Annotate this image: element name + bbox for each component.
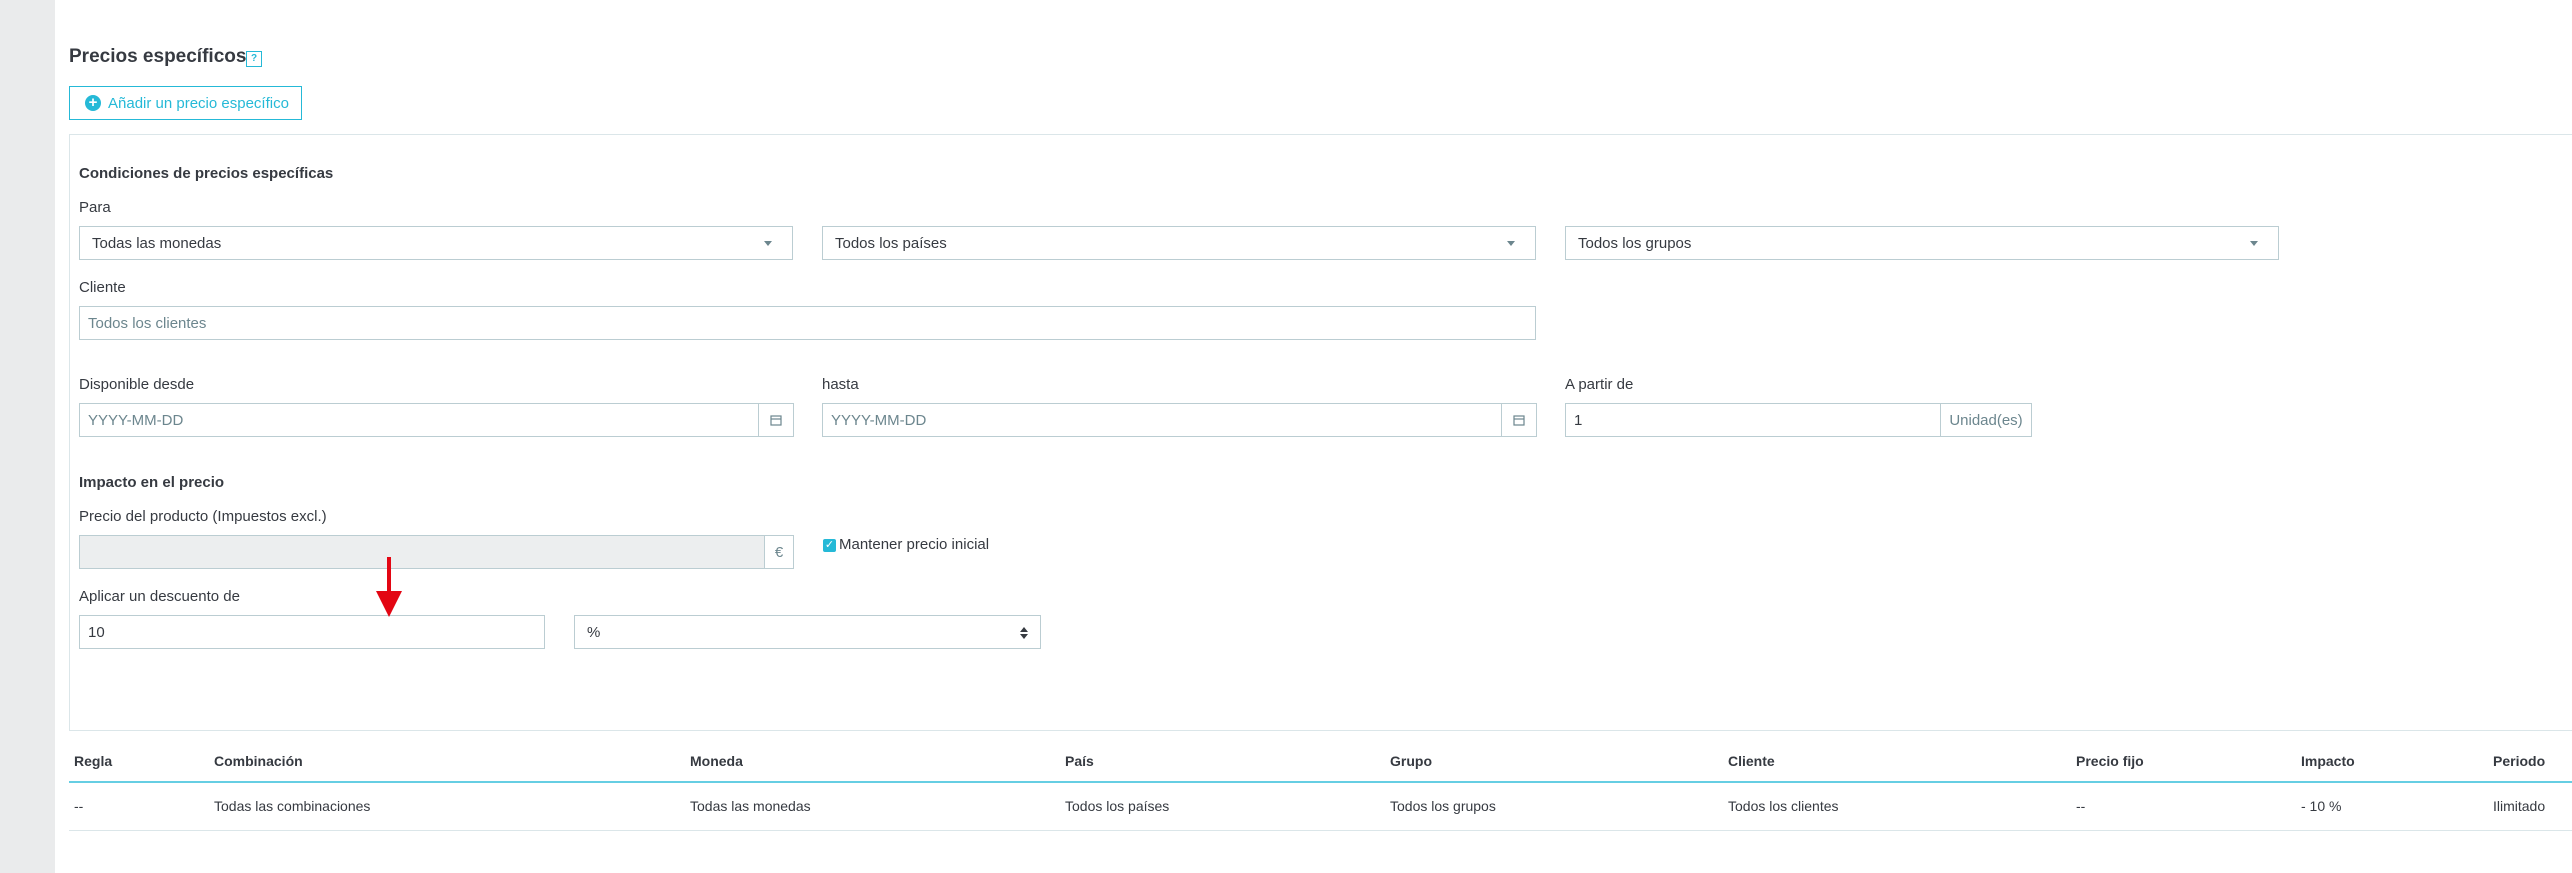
sort-down-icon: [1020, 634, 1028, 639]
table-header-country: País: [1065, 753, 1094, 769]
table-cell-impact: - 10 %: [2301, 798, 2342, 814]
help-icon[interactable]: ?: [246, 51, 262, 67]
table-header-group: Grupo: [1390, 753, 1432, 769]
product-price-input: [79, 535, 765, 569]
currency-select[interactable]: Todas las monedas: [79, 226, 793, 260]
customer-input[interactable]: Todos los clientes: [79, 306, 1536, 340]
table-cell-combination: Todas las combinaciones: [214, 798, 371, 814]
table-cell-currency: Todas las monedas: [690, 798, 811, 814]
table-cell-fixed-price: --: [2076, 798, 2086, 814]
chevron-down-icon: [764, 241, 772, 246]
calendar-icon[interactable]: [758, 403, 794, 437]
calendar-icon[interactable]: [1501, 403, 1537, 437]
currency-symbol-addon: €: [764, 535, 794, 569]
customer-placeholder: Todos los clientes: [88, 314, 207, 332]
impact-heading: Impacto en el precio: [79, 474, 225, 491]
red-arrow-down-icon: [376, 557, 402, 617]
discount-input[interactable]: 10: [79, 615, 545, 649]
available-from-label: Disponible desde: [79, 376, 195, 393]
country-select-value: Todos los países: [835, 234, 947, 252]
available-from-input[interactable]: YYYY-MM-DD: [79, 403, 759, 437]
discount-label: Aplicar un descuento de: [79, 588, 240, 605]
product-price-label: Precio del producto (Impuestos excl.): [79, 508, 327, 525]
table-cell-group: Todos los grupos: [1390, 798, 1496, 814]
discount-type-value: %: [587, 623, 601, 641]
table-cell-country: Todos los países: [1065, 798, 1170, 814]
plus-circle-icon: +: [85, 95, 101, 111]
starting-quantity-input[interactable]: 1: [1565, 403, 1941, 437]
country-select[interactable]: Todos los países: [822, 226, 1536, 260]
left-sidebar-strip: [0, 0, 55, 873]
starting-at-label: A partir de: [1565, 376, 1634, 393]
to-label: hasta: [822, 376, 859, 393]
table-header-rule: Regla: [74, 753, 113, 769]
add-button-label: Añadir un precio específico: [108, 94, 289, 112]
table-cell-rule: --: [74, 798, 84, 814]
discount-value: 10: [88, 623, 105, 641]
to-date-placeholder: YYYY-MM-DD: [831, 411, 927, 429]
sort-up-icon: [1020, 627, 1028, 632]
table-header-customer: Cliente: [1728, 753, 1775, 769]
group-select[interactable]: Todos los grupos: [1565, 226, 2279, 260]
table-header-period: Periodo: [2493, 753, 2546, 769]
chevron-down-icon: [1507, 241, 1515, 246]
chevron-down-icon: [2250, 241, 2258, 246]
table-header-fixed-price: Precio fijo: [2076, 753, 2144, 769]
table-cell-period: Ilimitado: [2493, 798, 2546, 814]
group-select-value: Todos los grupos: [1578, 234, 1692, 252]
conditions-heading: Condiciones de precios específicas: [79, 165, 334, 182]
table-header-currency: Moneda: [690, 753, 743, 769]
para-label: Para: [79, 199, 111, 216]
unit-addon: Unidad(es): [1940, 403, 2032, 437]
currency-select-value: Todas las monedas: [92, 234, 222, 252]
table-cell-customer: Todos los clientes: [1728, 798, 1839, 814]
table-row-divider: [69, 830, 2572, 831]
table-header-combination: Combinación: [214, 753, 303, 769]
keep-price-label: Mantener precio inicial: [839, 536, 990, 553]
add-specific-price-button[interactable]: + Añadir un precio específico: [69, 86, 302, 120]
customer-label: Cliente: [79, 279, 126, 296]
starting-quantity-value: 1: [1574, 411, 1583, 429]
available-to-input[interactable]: YYYY-MM-DD: [822, 403, 1502, 437]
from-date-placeholder: YYYY-MM-DD: [88, 411, 184, 429]
table-header-impact: Impacto: [2301, 753, 2355, 769]
table-header-divider: [69, 781, 2572, 783]
keep-price-checkbox[interactable]: ✓: [823, 539, 836, 552]
discount-type-select[interactable]: %: [574, 615, 1041, 649]
section-title: Precios específicos: [69, 46, 247, 67]
